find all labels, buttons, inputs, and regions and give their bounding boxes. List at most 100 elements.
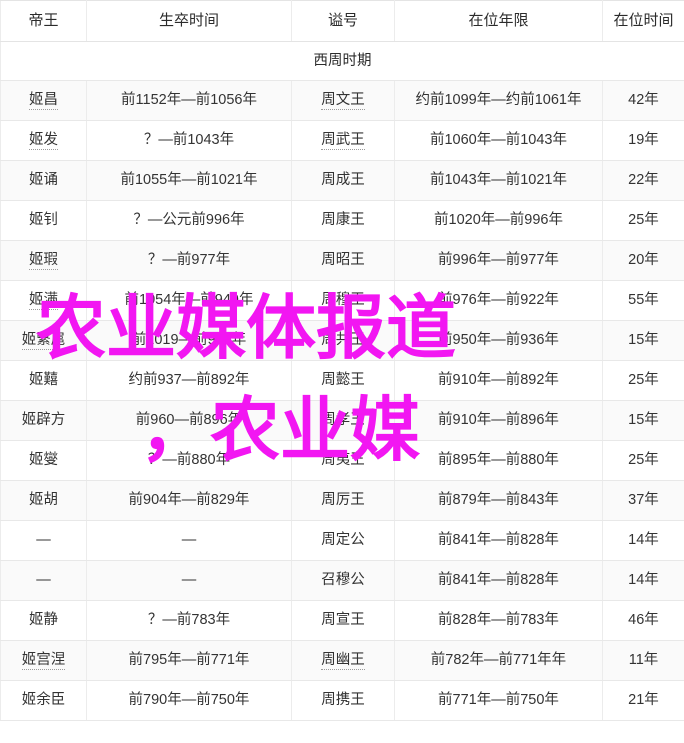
cell-life-span: 前1055年—前1021年 bbox=[86, 160, 292, 201]
cell-emperor-name: 姬昌 bbox=[0, 80, 87, 121]
cell-emperor-name-link[interactable]: 姬繄扈 bbox=[21, 332, 66, 351]
cell-emperor-name: 姬宫涅 bbox=[0, 640, 87, 681]
emperor-table: 帝王 生卒时间 谥号 在位年限 在位时间 西周时期 姬昌 前1152年—前1056… bbox=[0, 0, 684, 721]
column-header-posthumous: 谥号 bbox=[291, 0, 395, 42]
cell-posthumous-title: 周懿王 bbox=[291, 360, 395, 401]
cell-life-span: 前904年—前829年 bbox=[86, 480, 292, 521]
cell-emperor-name-link[interactable]: 姬宫涅 bbox=[21, 652, 66, 671]
cell-reign-years: 46年 bbox=[602, 600, 684, 641]
table-row: 姬诵 前1055年—前1021年 周成王 前1043年—前1021年 22年 bbox=[0, 160, 684, 201]
cell-emperor-name: 姬囏 bbox=[0, 360, 87, 401]
cell-reign-range: 前1060年—前1043年 bbox=[394, 120, 603, 161]
table-row: 姬钊 ？—公元前996年 周康王 前1020年—前996年 25年 bbox=[0, 200, 684, 241]
table-row: — — 召穆公 前841年—前828年 14年 bbox=[0, 560, 684, 601]
cell-reign-range: 前879年—前843年 bbox=[394, 480, 603, 521]
cell-reign-years: 42年 bbox=[602, 80, 684, 121]
cell-life-span: ？—公元前996年 bbox=[86, 200, 292, 241]
cell-posthumous-title-link[interactable]: 周文王 bbox=[321, 92, 365, 111]
cell-posthumous-title: 周夷王 bbox=[291, 440, 395, 481]
cell-reign-years: 14年 bbox=[602, 560, 684, 601]
cell-life-span: 前795年—前771年 bbox=[86, 640, 292, 681]
table-row: 姬宫涅 前795年—前771年 周幽王 前782年—前771年年 11年 bbox=[0, 640, 684, 681]
cell-life-span: ？—前783年 bbox=[86, 600, 292, 641]
cell-posthumous-title: 周武王 bbox=[291, 120, 395, 161]
cell-reign-years: 55年 bbox=[602, 280, 684, 321]
table-row: 姬发 ？—前1043年 周武王 前1060年—前1043年 19年 bbox=[0, 120, 684, 161]
cell-emperor-name-link[interactable]: 姬瑕 bbox=[29, 252, 58, 271]
table-row: 姬胡 前904年—前829年 周厉王 前879年—前843年 37年 bbox=[0, 480, 684, 521]
page-root: 帝王 生卒时间 谥号 在位年限 在位时间 西周时期 姬昌 前1152年—前1056… bbox=[0, 0, 684, 743]
column-header-name: 帝王 bbox=[0, 0, 87, 42]
cell-posthumous-title: 周厉王 bbox=[291, 480, 395, 521]
cell-reign-years: 25年 bbox=[602, 440, 684, 481]
cell-posthumous-title: 周穆王 bbox=[291, 280, 395, 321]
cell-emperor-name: 姬瑕 bbox=[0, 240, 87, 281]
cell-emperor-name: 姬余臣 bbox=[0, 680, 87, 721]
table-row: — — 周定公 前841年—前828年 14年 bbox=[0, 520, 684, 561]
table-row: 姬昌 前1152年—前1056年 周文王 约前1099年—约前1061年 42年 bbox=[0, 80, 684, 121]
table-header-row: 帝王 生卒时间 谥号 在位年限 在位时间 bbox=[0, 0, 684, 42]
column-header-life: 生卒时间 bbox=[86, 0, 292, 42]
cell-emperor-name: 姬诵 bbox=[0, 160, 87, 201]
cell-life-span: 前1152年—前1056年 bbox=[86, 80, 292, 121]
cell-reign-years: 15年 bbox=[602, 320, 684, 361]
cell-life-span: — bbox=[86, 560, 292, 601]
cell-life-span: 约前937—前892年 bbox=[86, 360, 292, 401]
cell-emperor-name: 姬繄扈 bbox=[0, 320, 87, 361]
cell-life-span: ？—前977年 bbox=[86, 240, 292, 281]
cell-emperor-name: 姬满 bbox=[0, 280, 87, 321]
cell-posthumous-title: 周文王 bbox=[291, 80, 395, 121]
cell-posthumous-title: 周昭王 bbox=[291, 240, 395, 281]
cell-reign-years: 25年 bbox=[602, 360, 684, 401]
cell-life-span: ？—前1043年 bbox=[86, 120, 292, 161]
table-row: 姬囏 约前937—前892年 周懿王 前910年—前892年 25年 bbox=[0, 360, 684, 401]
cell-emperor-name: 姬胡 bbox=[0, 480, 87, 521]
cell-reign-years: 14年 bbox=[602, 520, 684, 561]
table-row: 姬满 前1054年—前949年 周穆王 前976年—前922年 55年 bbox=[0, 280, 684, 321]
cell-emperor-name: — bbox=[0, 560, 87, 601]
cell-life-span: — bbox=[86, 520, 292, 561]
cell-emperor-name: 姬发 bbox=[0, 120, 87, 161]
cell-reign-range: 前910年—前896年 bbox=[394, 400, 603, 441]
cell-reign-range: 前1020年—前996年 bbox=[394, 200, 603, 241]
cell-emperor-name: — bbox=[0, 520, 87, 561]
table-row: 姬瑕 ？—前977年 周昭王 前996年—前977年 20年 bbox=[0, 240, 684, 281]
cell-life-span: 前1019—前936年 bbox=[86, 320, 292, 361]
cell-emperor-name: 姬辟方 bbox=[0, 400, 87, 441]
cell-reign-years: 11年 bbox=[602, 640, 684, 681]
cell-emperor-name-link[interactable]: 姬昌 bbox=[29, 92, 58, 111]
table-row: 姬辟方 前960—前896年 周孝王 前910年—前896年 15年 bbox=[0, 400, 684, 441]
cell-posthumous-title: 周宣王 bbox=[291, 600, 395, 641]
cell-reign-years: 22年 bbox=[602, 160, 684, 201]
cell-reign-range: 前895年—前880年 bbox=[394, 440, 603, 481]
table-row: 姬繄扈 前1019—前936年 周共王 前950年—前936年 15年 bbox=[0, 320, 684, 361]
era-label: 西周时期 bbox=[0, 41, 684, 81]
cell-life-span: 前960—前896年 bbox=[86, 400, 292, 441]
cell-emperor-name: 姬钊 bbox=[0, 200, 87, 241]
cell-reign-range: 前841年—前828年 bbox=[394, 560, 603, 601]
cell-life-span: ？—前880年 bbox=[86, 440, 292, 481]
table-row: 姬静 ？—前783年 周宣王 前828年—前783年 46年 bbox=[0, 600, 684, 641]
column-header-reign-range: 在位年限 bbox=[394, 0, 603, 42]
column-header-reign-years: 在位时间 bbox=[602, 0, 684, 42]
cell-posthumous-title-link[interactable]: 周武王 bbox=[321, 132, 365, 151]
cell-posthumous-title: 周孝王 bbox=[291, 400, 395, 441]
cell-emperor-name-link[interactable]: 姬满 bbox=[29, 292, 58, 311]
cell-posthumous-title-link[interactable]: 周幽王 bbox=[321, 652, 365, 671]
cell-reign-range: 前771年—前750年 bbox=[394, 680, 603, 721]
cell-posthumous-title: 周幽王 bbox=[291, 640, 395, 681]
table-row: 姬燮 ？—前880年 周夷王 前895年—前880年 25年 bbox=[0, 440, 684, 481]
cell-reign-range: 前910年—前892年 bbox=[394, 360, 603, 401]
cell-emperor-name: 姬静 bbox=[0, 600, 87, 641]
cell-reign-range: 前828年—前783年 bbox=[394, 600, 603, 641]
era-section-row: 西周时期 bbox=[0, 41, 684, 81]
cell-reign-range: 前841年—前828年 bbox=[394, 520, 603, 561]
cell-reign-years: 25年 bbox=[602, 200, 684, 241]
cell-emperor-name-link[interactable]: 姬发 bbox=[29, 132, 58, 151]
cell-life-span: 前790年—前750年 bbox=[86, 680, 292, 721]
cell-reign-years: 20年 bbox=[602, 240, 684, 281]
table-row: 姬余臣 前790年—前750年 周携王 前771年—前750年 21年 bbox=[0, 680, 684, 721]
cell-posthumous-title: 周定公 bbox=[291, 520, 395, 561]
cell-posthumous-title: 周成王 bbox=[291, 160, 395, 201]
cell-reign-range: 前950年—前936年 bbox=[394, 320, 603, 361]
